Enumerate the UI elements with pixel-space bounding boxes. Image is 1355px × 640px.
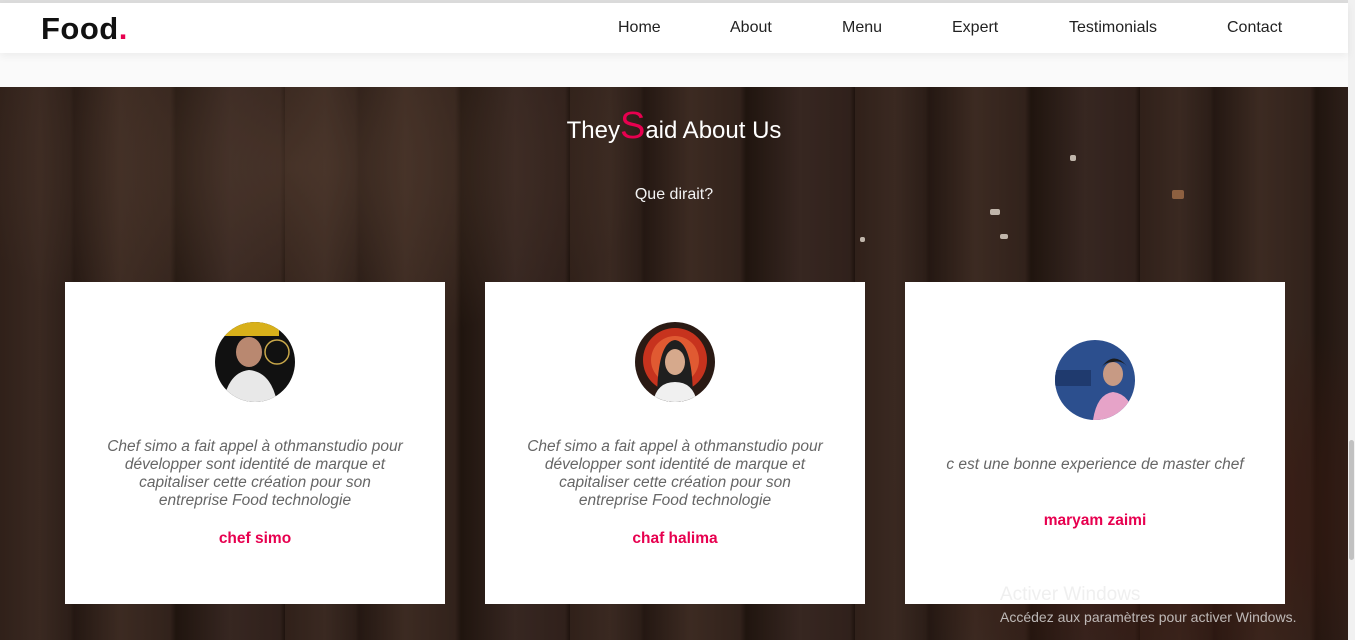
testimonial-card: c est une bonne experience de master che…	[905, 282, 1285, 604]
testimonial-card: Chef simo a fait appel à othmanstudio po…	[65, 282, 445, 604]
title-post: aid About Us	[645, 117, 782, 144]
nav-about[interactable]: About	[730, 19, 772, 37]
avatar	[215, 322, 295, 402]
nav-menu[interactable]: Menu	[842, 19, 882, 37]
background-speck	[1070, 155, 1076, 161]
avatar	[1055, 340, 1135, 420]
testimonial-quote: Chef simo a fait appel à othmanstudio po…	[527, 438, 823, 509]
avatar	[635, 322, 715, 402]
site-header: Food. Home About Menu Expert Testimonial…	[0, 3, 1348, 53]
windows-activation-title: Activer Windows	[1000, 584, 1141, 605]
background-speck	[1000, 234, 1008, 239]
windows-activation-text: Accédez aux paramètres pour activer Wind…	[1000, 609, 1297, 625]
scrollbar-thumb[interactable]	[1349, 440, 1354, 560]
nav-expert[interactable]: Expert	[952, 19, 998, 37]
nav-testimonials[interactable]: Testimonials	[1069, 19, 1157, 37]
section-title: TheySaid About Us	[0, 107, 1348, 145]
main-nav: Home About Menu Expert Testimonials Cont…	[0, 19, 1348, 39]
nav-contact[interactable]: Contact	[1227, 19, 1282, 37]
testimonial-author: chaf halima	[632, 530, 718, 547]
title-pre: They	[566, 117, 620, 144]
testimonial-quote: c est une bonne experience de master che…	[946, 456, 1244, 473]
background-speck	[990, 209, 1000, 215]
header-spacer	[0, 53, 1348, 87]
background-speck	[860, 237, 865, 242]
testimonial-author: chef simo	[218, 530, 292, 547]
testimonial-card: Chef simo a fait appel à othmanstudio po…	[485, 282, 865, 604]
nav-home[interactable]: Home	[618, 19, 661, 37]
testimonial-author: maryam zaimi	[1043, 512, 1147, 529]
testimonial-quote: Chef simo a fait appel à othmanstudio po…	[107, 438, 403, 509]
title-accent-letter: S	[619, 105, 646, 147]
section-subtitle: Que dirait?	[634, 186, 714, 203]
